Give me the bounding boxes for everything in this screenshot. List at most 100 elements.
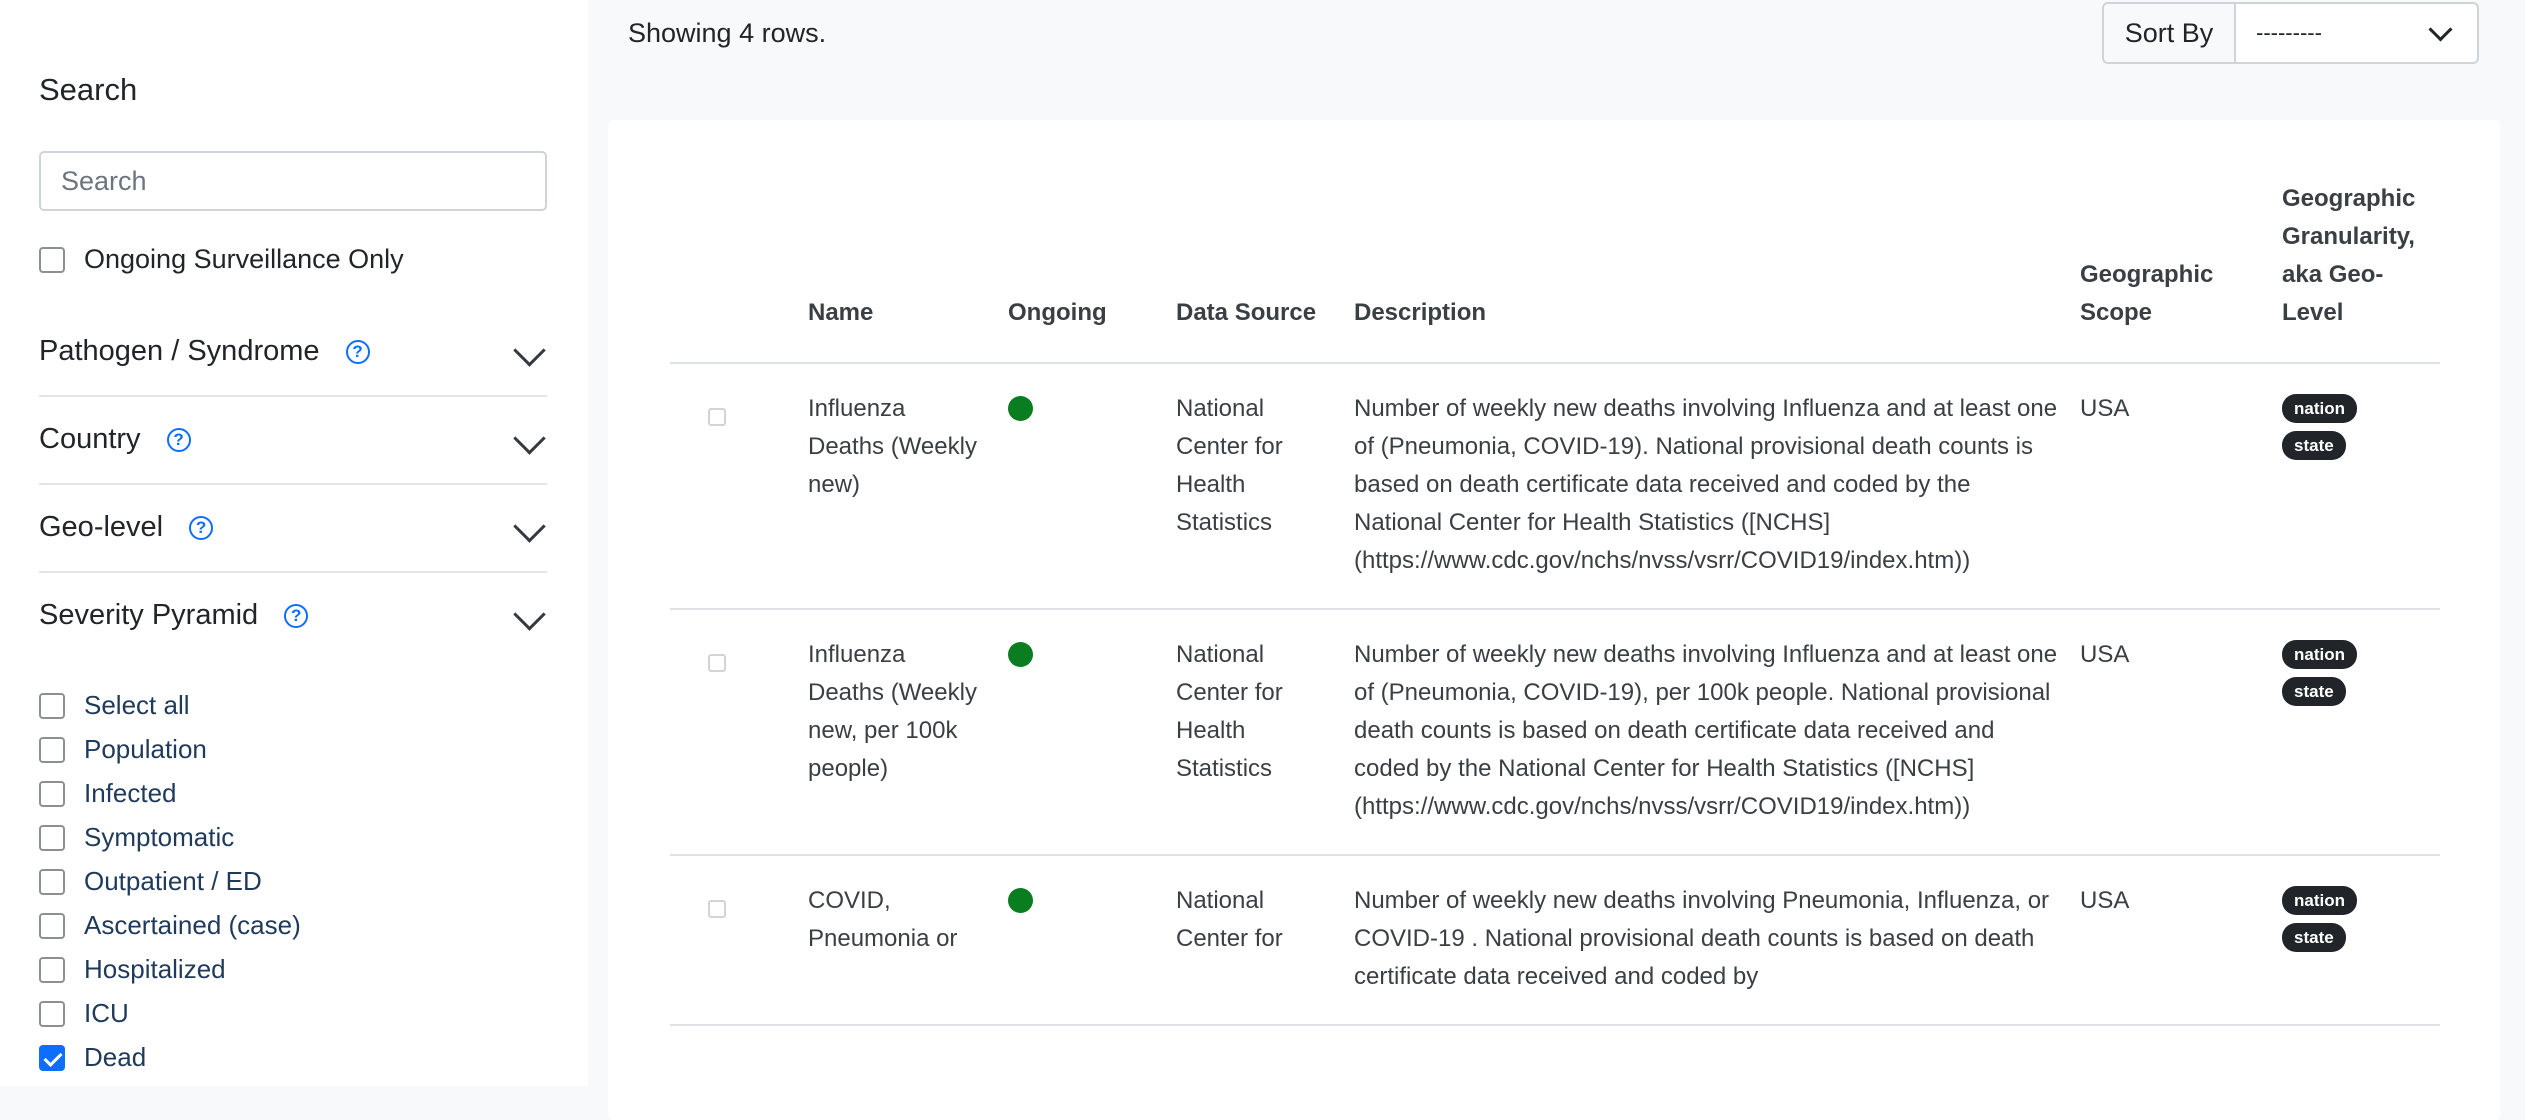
symptomatic-checkbox[interactable] <box>39 824 65 851</box>
column-header-name[interactable]: Name <box>798 180 998 364</box>
table-header-row: Name Ongoing Data Source Description Geo… <box>670 180 2440 364</box>
infected-checkbox[interactable] <box>39 780 65 807</box>
table-row[interactable]: Influenza Deaths (Weekly new, per 100k p… <box>670 609 2440 856</box>
data-source-cell: National Center for Health Statistics <box>1166 609 1344 856</box>
geo-level-badge: state <box>2282 677 2346 706</box>
ongoing-only-checkbox[interactable] <box>39 246 65 273</box>
ongoing-status-dot <box>1008 888 1033 913</box>
severity-option-label[interactable]: Population <box>84 734 207 765</box>
severity-option-label[interactable]: ICU <box>84 998 129 1029</box>
column-header-geo-level[interactable]: Geographic Granularity, aka Geo-Level <box>2272 180 2440 364</box>
chevron-down-icon[interactable] <box>2428 17 2453 42</box>
chevron-down-icon[interactable] <box>513 510 546 543</box>
help-icon[interactable]: ? <box>345 339 370 364</box>
name-cell: COVID, Pneumonia or <box>798 855 998 1026</box>
table-row[interactable]: COVID, Pneumonia or National Center for … <box>670 855 2440 1026</box>
ongoing-cell <box>998 609 1166 856</box>
geographic-scope-cell: USA <box>2070 609 2272 856</box>
geographic-scope-cell: USA <box>2070 363 2272 610</box>
data-source-cell: National Center for Health Statistics <box>1166 363 1344 610</box>
dead-checkbox[interactable] <box>39 1044 65 1071</box>
icu-checkbox[interactable] <box>39 1000 65 1027</box>
geographic-scope-cell: USA <box>2070 855 2272 1026</box>
severity-option-ascertained-case[interactable]: Ascertained (case) <box>39 910 301 941</box>
country-label[interactable]: Country <box>39 423 141 456</box>
table-row[interactable]: Influenza Deaths (Weekly new) National C… <box>670 363 2440 610</box>
severity-option-population[interactable]: Population <box>39 734 207 765</box>
geo-level-cell: nation state <box>2272 609 2440 856</box>
severity-option-label[interactable]: Symptomatic <box>84 822 234 853</box>
outpatient-ed-checkbox[interactable] <box>39 868 65 895</box>
geo-level-cell: nation state <box>2272 363 2440 610</box>
row-select-cell <box>670 363 798 610</box>
severity-option-label[interactable]: Select all <box>84 690 190 721</box>
select-column-header <box>670 180 798 364</box>
severity-pyramid-label[interactable]: Severity Pyramid <box>39 599 258 632</box>
severity-option-symptomatic[interactable]: Symptomatic <box>39 822 234 853</box>
name-cell: Influenza Deaths (Weekly new, per 100k p… <box>798 609 998 856</box>
ascertained-case-checkbox[interactable] <box>39 912 65 939</box>
ongoing-status-dot <box>1008 396 1033 421</box>
description-cell: Number of weekly new deaths involving In… <box>1344 609 2070 856</box>
severity-option-label[interactable]: Dead <box>84 1042 146 1073</box>
geo-level-badge: nation <box>2282 640 2357 669</box>
severity-option-label[interactable]: Hospitalized <box>84 954 226 985</box>
column-header-geographic-scope[interactable]: Geographic Scope <box>2070 180 2272 364</box>
severity-option-label[interactable]: Outpatient / ED <box>84 866 262 897</box>
row-checkbox[interactable] <box>708 408 726 426</box>
column-header-ongoing[interactable]: Ongoing <box>998 180 1166 364</box>
severity-option-select-all[interactable]: Select all <box>39 690 190 721</box>
pathogen-syndrome-label[interactable]: Pathogen / Syndrome <box>39 335 320 368</box>
geo-level-label[interactable]: Geo-level <box>39 511 163 544</box>
geo-level-section[interactable]: Geo-level ? <box>39 484 547 573</box>
search-heading: Search <box>39 72 138 107</box>
column-header-description[interactable]: Description <box>1344 180 2070 364</box>
severity-pyramid-section[interactable]: Severity Pyramid ? <box>39 572 547 659</box>
chevron-down-icon[interactable] <box>513 422 546 455</box>
filter-sidebar: Search Ongoing Surveillance Only Pathoge… <box>0 0 588 1086</box>
severity-option-label[interactable]: Ascertained (case) <box>84 910 301 941</box>
row-select-cell <box>670 855 798 1026</box>
description-cell: Number of weekly new deaths involving Pn… <box>1344 855 2070 1026</box>
name-cell: Influenza Deaths (Weekly new) <box>798 363 998 610</box>
help-icon[interactable]: ? <box>189 515 214 540</box>
severity-option-infected[interactable]: Infected <box>39 778 177 809</box>
row-checkbox[interactable] <box>708 900 726 918</box>
sort-by-control[interactable]: Sort By --------- <box>2102 2 2479 64</box>
chevron-down-icon[interactable] <box>513 598 546 631</box>
ongoing-only-filter[interactable]: Ongoing Surveillance Only <box>39 244 404 275</box>
results-card: Name Ongoing Data Source Description Geo… <box>608 120 2500 1120</box>
severity-option-label[interactable]: Infected <box>84 778 177 809</box>
sort-by-value[interactable]: --------- <box>2256 20 2322 46</box>
results-table: Name Ongoing Data Source Description Geo… <box>670 180 2440 1026</box>
geo-level-badge: nation <box>2282 394 2357 423</box>
country-section[interactable]: Country ? <box>39 396 547 485</box>
pathogen-syndrome-section[interactable]: Pathogen / Syndrome ? <box>39 308 547 397</box>
severity-option-hospitalized[interactable]: Hospitalized <box>39 954 226 985</box>
geo-level-badge: nation <box>2282 886 2357 915</box>
population-checkbox[interactable] <box>39 736 65 763</box>
row-select-cell <box>670 609 798 856</box>
geo-level-cell: nation state <box>2272 855 2440 1026</box>
help-icon[interactable]: ? <box>166 427 191 452</box>
severity-option-outpatient-ed[interactable]: Outpatient / ED <box>39 866 262 897</box>
severity-option-icu[interactable]: ICU <box>39 998 129 1029</box>
hospitalized-checkbox[interactable] <box>39 956 65 983</box>
data-source-cell: National Center for <box>1166 855 1344 1026</box>
severity-option-dead[interactable]: Dead <box>39 1042 146 1073</box>
row-checkbox[interactable] <box>708 654 726 672</box>
column-header-data-source[interactable]: Data Source <box>1166 180 1344 364</box>
sort-by-label: Sort By <box>2104 4 2236 62</box>
ongoing-cell <box>998 855 1166 1026</box>
description-cell: Number of weekly new deaths involving In… <box>1344 363 2070 610</box>
ongoing-status-dot <box>1008 642 1033 667</box>
chevron-down-icon[interactable] <box>513 334 546 367</box>
ongoing-only-label[interactable]: Ongoing Surveillance Only <box>84 244 404 275</box>
help-icon[interactable]: ? <box>284 603 309 628</box>
geo-level-badge: state <box>2282 923 2346 952</box>
row-count-text: Showing 4 rows. <box>628 18 827 48</box>
sort-by-select[interactable]: --------- <box>2236 4 2477 62</box>
search-input[interactable] <box>39 151 547 211</box>
select-all-checkbox[interactable] <box>39 692 65 719</box>
ongoing-cell <box>998 363 1166 610</box>
